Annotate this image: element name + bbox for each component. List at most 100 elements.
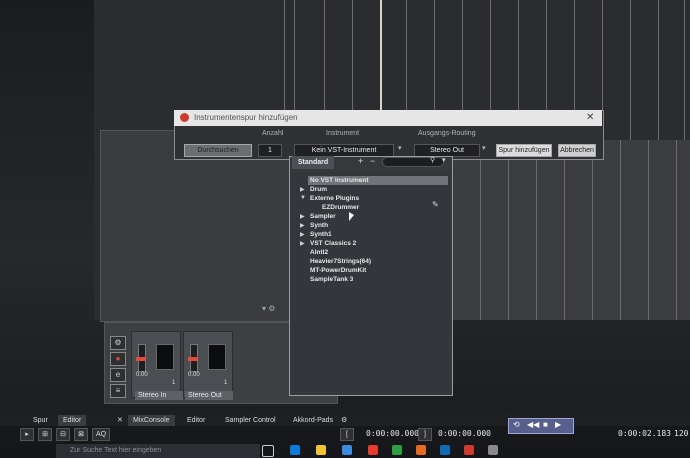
grid-line [480, 140, 481, 320]
list-item[interactable]: SampleTank 3 [310, 276, 353, 283]
mail-icon[interactable] [440, 445, 450, 455]
list-item[interactable]: No VST Instrument [310, 177, 369, 184]
fader-knob[interactable] [136, 357, 146, 361]
count-field[interactable]: 1 [258, 144, 282, 157]
count-header: Anzahl [262, 130, 284, 137]
edge-icon[interactable] [290, 445, 300, 455]
locator-icon[interactable]: [ [340, 428, 354, 441]
browse-button[interactable]: Durchsuchen [184, 144, 252, 157]
mixer-strip-stereo-in[interactable]: 0.00 1 [131, 331, 181, 398]
grid-line [620, 140, 621, 320]
grid-line [284, 0, 285, 110]
task-view-icon[interactable] [262, 445, 274, 457]
grid-line [324, 0, 325, 110]
rewind-icon[interactable]: ◀◀ [527, 420, 539, 429]
search-icon[interactable]: ⚲ [430, 156, 435, 164]
strip-name-label: Stereo Out [185, 391, 233, 400]
grid-line [564, 140, 565, 320]
grid-line [676, 140, 677, 320]
expand-arrow[interactable]: ▶ [300, 240, 305, 247]
chevron-down-icon[interactable]: ▾ [482, 144, 486, 152]
list-item[interactable]: Sampler [310, 213, 336, 220]
volume-value: 0.00 [136, 372, 148, 378]
list-item[interactable]: Synth [310, 222, 328, 229]
grid-line [648, 140, 649, 320]
app-icon[interactable] [488, 445, 498, 455]
grid-line [434, 0, 435, 110]
left-locator[interactable]: 0:00:00.000 [366, 429, 419, 438]
list-item[interactable]: Externe Plugins [310, 195, 359, 202]
play-icon[interactable]: ▶ [555, 420, 561, 429]
tempo-display[interactable]: 120.0 [674, 429, 690, 438]
quantize-icon[interactable]: ⊠ [74, 428, 88, 441]
instrument-header: Instrument [326, 130, 360, 137]
level-meter [208, 344, 226, 370]
record-icon[interactable]: ● [110, 352, 126, 366]
grid-line [592, 140, 593, 320]
expand-arrow[interactable]: ▶ [300, 186, 305, 193]
cycle-icon[interactable]: ⟲ [513, 420, 520, 429]
fader-knob[interactable] [188, 357, 198, 361]
volume-fader[interactable] [188, 344, 198, 372]
dialog-titlebar: Instrumentenspur hinzufügen ✕ [174, 110, 602, 126]
playhead-line [380, 0, 382, 110]
taskbar-search[interactable]: Zur Suche Text hier eingeben [56, 444, 260, 458]
auto-quantize-button[interactable]: AQ [92, 428, 110, 441]
list-item[interactable]: Drum [310, 186, 327, 193]
mouse-pointer-icon [349, 212, 354, 221]
cubase-taskbar-icon[interactable] [464, 445, 474, 455]
edit-plugin-icon[interactable]: ✎ [432, 200, 439, 209]
grid-icon[interactable]: ⊟ [56, 428, 70, 441]
store-icon[interactable] [342, 445, 352, 455]
list-item[interactable]: AIntl2 [310, 249, 328, 256]
strip-name-label: Stereo In [135, 391, 183, 400]
close-icon[interactable]: ✕ [586, 112, 594, 123]
volume-value: 0.00 [188, 372, 200, 378]
transport-controls: ⟲ ◀◀ ■ ▶ [508, 418, 574, 434]
list-item[interactable]: Heavier7Strings(64) [310, 258, 371, 265]
list-item[interactable]: MT-PowerDrumKit [310, 267, 366, 274]
chevron-down-icon[interactable]: ▾ [398, 144, 402, 152]
expand-arrow[interactable]: ▶ [300, 213, 305, 220]
add-track-button[interactable]: Spur hinzufügen [496, 144, 552, 157]
tab-standard[interactable]: Standard [292, 156, 334, 169]
grid-line [536, 140, 537, 320]
cubase-logo-icon [180, 113, 189, 122]
channel-number: 1 [224, 380, 228, 386]
right-locator[interactable]: 0:00:00.000 [438, 429, 491, 438]
transport-bar: ▸ ⊞ ⊟ ⊠ AQ [ 0:00:00.000 ] 0:00:00.000 0… [0, 426, 690, 442]
inserts-icon[interactable]: ≡ [110, 384, 126, 398]
explorer-icon[interactable] [316, 445, 326, 455]
track-area[interactable] [452, 140, 690, 320]
track-icon[interactable]: ▸ [20, 428, 34, 441]
panel-settings-icon[interactable]: ▾ ⚙ [262, 304, 275, 313]
routing-header: Ausgangs-Routing [418, 130, 476, 137]
volume-fader[interactable] [136, 344, 146, 372]
dialog-title: Instrumentenspur hinzufügen [194, 113, 298, 122]
collapse-arrow[interactable]: ▼ [300, 195, 306, 201]
edit-icon[interactable]: e [110, 368, 126, 382]
locator-right-icon[interactable]: ] [418, 428, 432, 441]
snap-icon[interactable]: ⊞ [38, 428, 52, 441]
channel-number: 1 [172, 380, 176, 386]
expand-arrow[interactable]: ▶ [300, 231, 305, 238]
grid-line [406, 0, 407, 110]
mixer-strip-stereo-out[interactable]: 0.00 1 [183, 331, 233, 398]
time-display: 0:00:02.183 [618, 429, 671, 438]
list-item[interactable]: VST Classics 2 [310, 240, 356, 247]
chevron-down-icon[interactable]: ▾ [442, 156, 446, 164]
settings-icon[interactable]: ⚙ [110, 336, 126, 350]
grid-line [508, 140, 509, 320]
stop-icon[interactable]: ■ [543, 420, 548, 429]
expand-arrow[interactable]: ▶ [300, 222, 305, 229]
chrome-icon[interactable] [392, 445, 402, 455]
firefox-icon[interactable] [416, 445, 426, 455]
opera-icon[interactable] [368, 445, 378, 455]
add-folder-button[interactable]: + [358, 156, 363, 166]
list-item[interactable]: Synth1 [310, 231, 332, 238]
grid-line [294, 0, 295, 110]
cancel-button[interactable]: Abbrechen [558, 144, 596, 157]
remove-folder-button[interactable]: − [370, 156, 375, 166]
list-item[interactable]: EZDrummer [322, 204, 359, 211]
grid-line [352, 0, 353, 110]
